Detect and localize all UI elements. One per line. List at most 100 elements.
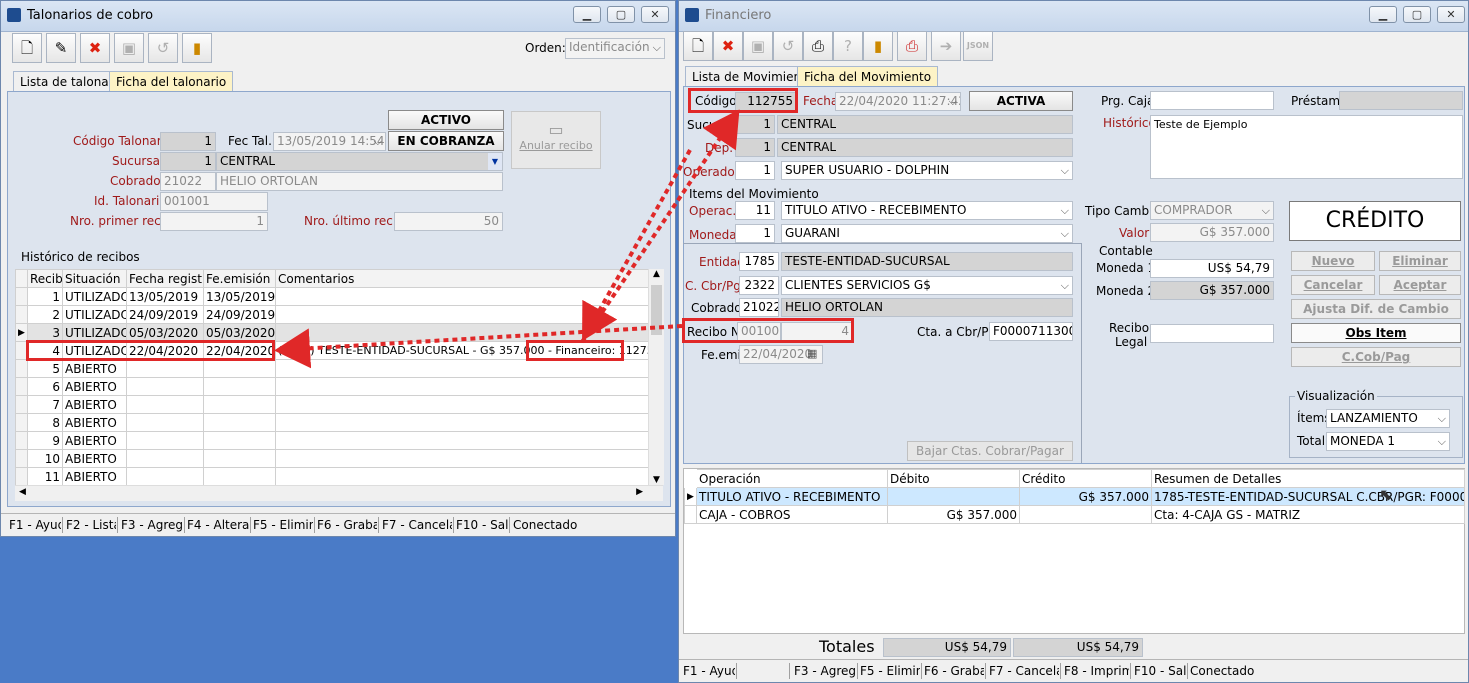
scroll-up-icon[interactable]: ▲ <box>649 269 664 279</box>
delete-icon[interactable]: ✖ <box>713 31 743 61</box>
cobrador-code-field[interactable]: 21022 <box>739 298 779 317</box>
maximize-button[interactable]: ▢ <box>1403 6 1431 23</box>
total-select[interactable]: MONEDA 1 <box>1326 432 1450 451</box>
new-document-icon[interactable]: 🗋 <box>12 33 42 63</box>
table-row[interactable]: ▶ TITULO ATIVO - RECEBIMENTO G$ 357.000 … <box>684 487 1465 506</box>
ccob-button[interactable]: C.Cob/Pag <box>1291 347 1461 367</box>
dep-code-field[interactable]: 1 <box>735 138 775 157</box>
table-row[interactable]: 9 ABIERTO <box>15 431 649 450</box>
exit-icon[interactable]: ▮ <box>182 33 212 63</box>
table-row[interactable]: 8 ABIERTO <box>15 413 649 432</box>
save-icon[interactable]: ▣ <box>114 33 144 63</box>
table-row[interactable]: ▶ 3 UTILIZADO 05/03/2020 05/03/2020 <box>15 323 649 342</box>
sucursal-code-field[interactable]: 1 <box>735 115 775 134</box>
table-row[interactable]: 1 UTILIZADO 13/05/2019 13/05/2019 <box>15 287 649 306</box>
table-row[interactable]: 2 UTILIZADO 24/09/2019 24/09/2019 <box>15 305 649 324</box>
fectal-field[interactable]: 13/05/2019 14:54: <box>273 132 386 151</box>
grid-horizontal-scrollbar[interactable]: ◀ ▶ <box>15 485 663 501</box>
valor-field[interactable]: G$ 357.000 <box>1150 223 1274 242</box>
cobrador-name-field[interactable]: HELIO ORTOLAN <box>781 298 1073 317</box>
grid-vertical-scrollbar[interactable]: ▲ ▼ <box>648 269 664 485</box>
cta-field[interactable]: F00007113001 <box>989 322 1073 341</box>
entidad-name-field[interactable]: TESTE-ENTIDAD-SUCURSAL <box>781 252 1073 271</box>
undo-icon[interactable]: ↺ <box>773 31 803 61</box>
entidad-code-field[interactable]: 1785 <box>739 252 779 271</box>
delete-icon[interactable]: ✖ <box>80 33 110 63</box>
table-row[interactable]: 7 ABIERTO <box>15 395 649 414</box>
grid-header-situacion[interactable]: Situación <box>62 269 127 288</box>
minimize-button[interactable]: ▁ <box>1369 6 1397 23</box>
print-icon[interactable]: ⎙ <box>803 31 833 61</box>
operac-select[interactable]: TITULO ATIVO - RECEBIMENTO <box>781 201 1073 220</box>
ultimo-recibo-field[interactable]: 50 <box>394 212 503 231</box>
obs-item-button[interactable]: Obs Item <box>1291 323 1461 343</box>
save-icon[interactable]: ▣ <box>743 31 773 61</box>
prestamo-field[interactable] <box>1339 91 1463 110</box>
operador-select[interactable]: SUPER USUARIO - DOLPHIN <box>781 161 1073 180</box>
moneda1-field[interactable]: US$ 54,79 <box>1150 259 1274 278</box>
grid-header-fecha-registro[interactable]: Fecha registro <box>126 269 204 288</box>
minimize-button[interactable]: ▁ <box>573 6 601 23</box>
calendar-icon[interactable]: ▦ <box>807 347 817 360</box>
tipo-cambio-select[interactable]: COMPRADOR <box>1150 201 1274 220</box>
prg-caja-field[interactable] <box>1150 91 1274 110</box>
moneda-select[interactable]: GUARANI <box>781 224 1073 243</box>
scroll-right-icon[interactable]: ▶ <box>636 487 643 497</box>
json-icon[interactable]: JSON <box>963 31 993 61</box>
primer-recibo-field[interactable]: 1 <box>160 212 268 231</box>
cobrador-name-field[interactable]: HELIO ORTOLAN <box>216 172 503 191</box>
table-row[interactable]: 11 ABIERTO <box>15 467 649 486</box>
moneda2-field[interactable]: G$ 357.000 <box>1150 281 1274 300</box>
moneda-code-field[interactable]: 1 <box>735 224 775 243</box>
grid-header-operacion[interactable]: Operación <box>696 469 888 488</box>
cobrador-code-field[interactable]: 21022 <box>160 172 216 191</box>
operac-code-field[interactable]: 11 <box>735 201 775 220</box>
grid-header-resumen[interactable]: Resumen de Detalles <box>1151 469 1465 488</box>
cancelar-button[interactable]: Cancelar <box>1291 275 1375 295</box>
exit-icon[interactable]: ▮ <box>863 31 893 61</box>
items-select[interactable]: LANZAMIENTO <box>1326 409 1450 428</box>
fecha-field[interactable]: 22/04/2020 11:27:42 <box>835 92 961 111</box>
help-icon[interactable]: ? <box>833 31 863 61</box>
dep-name-field[interactable]: CENTRAL <box>777 138 1073 157</box>
codigo-field[interactable]: 1 <box>160 132 216 151</box>
sucursal-code-field[interactable]: 1 <box>160 152 216 171</box>
undo-icon[interactable]: ↺ <box>148 33 178 63</box>
close-button[interactable]: ✕ <box>641 6 669 23</box>
historico-field[interactable]: Teste de Ejemplo <box>1150 115 1463 179</box>
nuevo-button[interactable]: Nuevo <box>1291 251 1375 271</box>
grid-header-recib[interactable]: Recib <box>27 269 63 288</box>
aceptar-button[interactable]: Aceptar <box>1379 275 1461 295</box>
scroll-left-icon[interactable]: ◀ <box>19 487 26 497</box>
table-row[interactable]: 5 ABIERTO <box>15 359 649 378</box>
eliminar-button[interactable]: Eliminar <box>1379 251 1461 271</box>
scroll-down-icon[interactable]: ▼ <box>649 475 664 485</box>
bajar-ctas-button[interactable]: Bajar Ctas. Cobrar/Pagar <box>907 441 1073 461</box>
ccbr-select[interactable]: CLIENTES SERVICIOS G$ <box>781 276 1073 295</box>
sucursal-name-field[interactable]: CENTRAL <box>777 115 1073 134</box>
print-red-icon[interactable]: ⎙ <box>897 31 927 61</box>
close-button[interactable]: ✕ <box>1437 6 1465 23</box>
recibo-legal-field[interactable] <box>1150 324 1274 343</box>
grid-header-fe-emision[interactable]: Fe.emisión <box>203 269 276 288</box>
idtal-field[interactable]: 001001 <box>160 192 268 211</box>
table-row[interactable]: 6 ABIERTO <box>15 377 649 396</box>
scroll-thumb[interactable] <box>651 285 662 335</box>
edit-icon[interactable]: ✎ <box>46 33 76 63</box>
annul-receipt-button[interactable]: ▭ Anular recibo <box>511 111 601 169</box>
operador-code-field[interactable]: 1 <box>735 161 775 180</box>
new-document-icon[interactable]: 🗋 <box>683 31 713 61</box>
order-select[interactable]: Identificación <box>565 38 665 59</box>
tab-ficha-movimiento[interactable]: Ficha del Movimiento <box>797 66 939 86</box>
grid-header-credito[interactable]: Crédito <box>1019 469 1152 488</box>
sucursal-select[interactable]: CENTRAL <box>216 152 503 171</box>
table-row[interactable]: 10 ABIERTO <box>15 449 649 468</box>
ccbr-code-field[interactable]: 2322 <box>739 276 779 295</box>
maximize-button[interactable]: ▢ <box>607 6 635 23</box>
grid-header-comentarios[interactable]: Comentarios <box>275 269 649 288</box>
tab-ficha-talonario[interactable]: Ficha del talonario <box>109 71 234 91</box>
export-icon[interactable]: ➔ <box>931 31 961 61</box>
ajusta-button[interactable]: Ajusta Dif. de Cambio <box>1291 299 1461 319</box>
grid-header-debito[interactable]: Débito <box>887 469 1020 488</box>
table-row[interactable]: CAJA - COBROS G$ 357.000 Cta: 4-CAJA GS … <box>684 505 1465 524</box>
